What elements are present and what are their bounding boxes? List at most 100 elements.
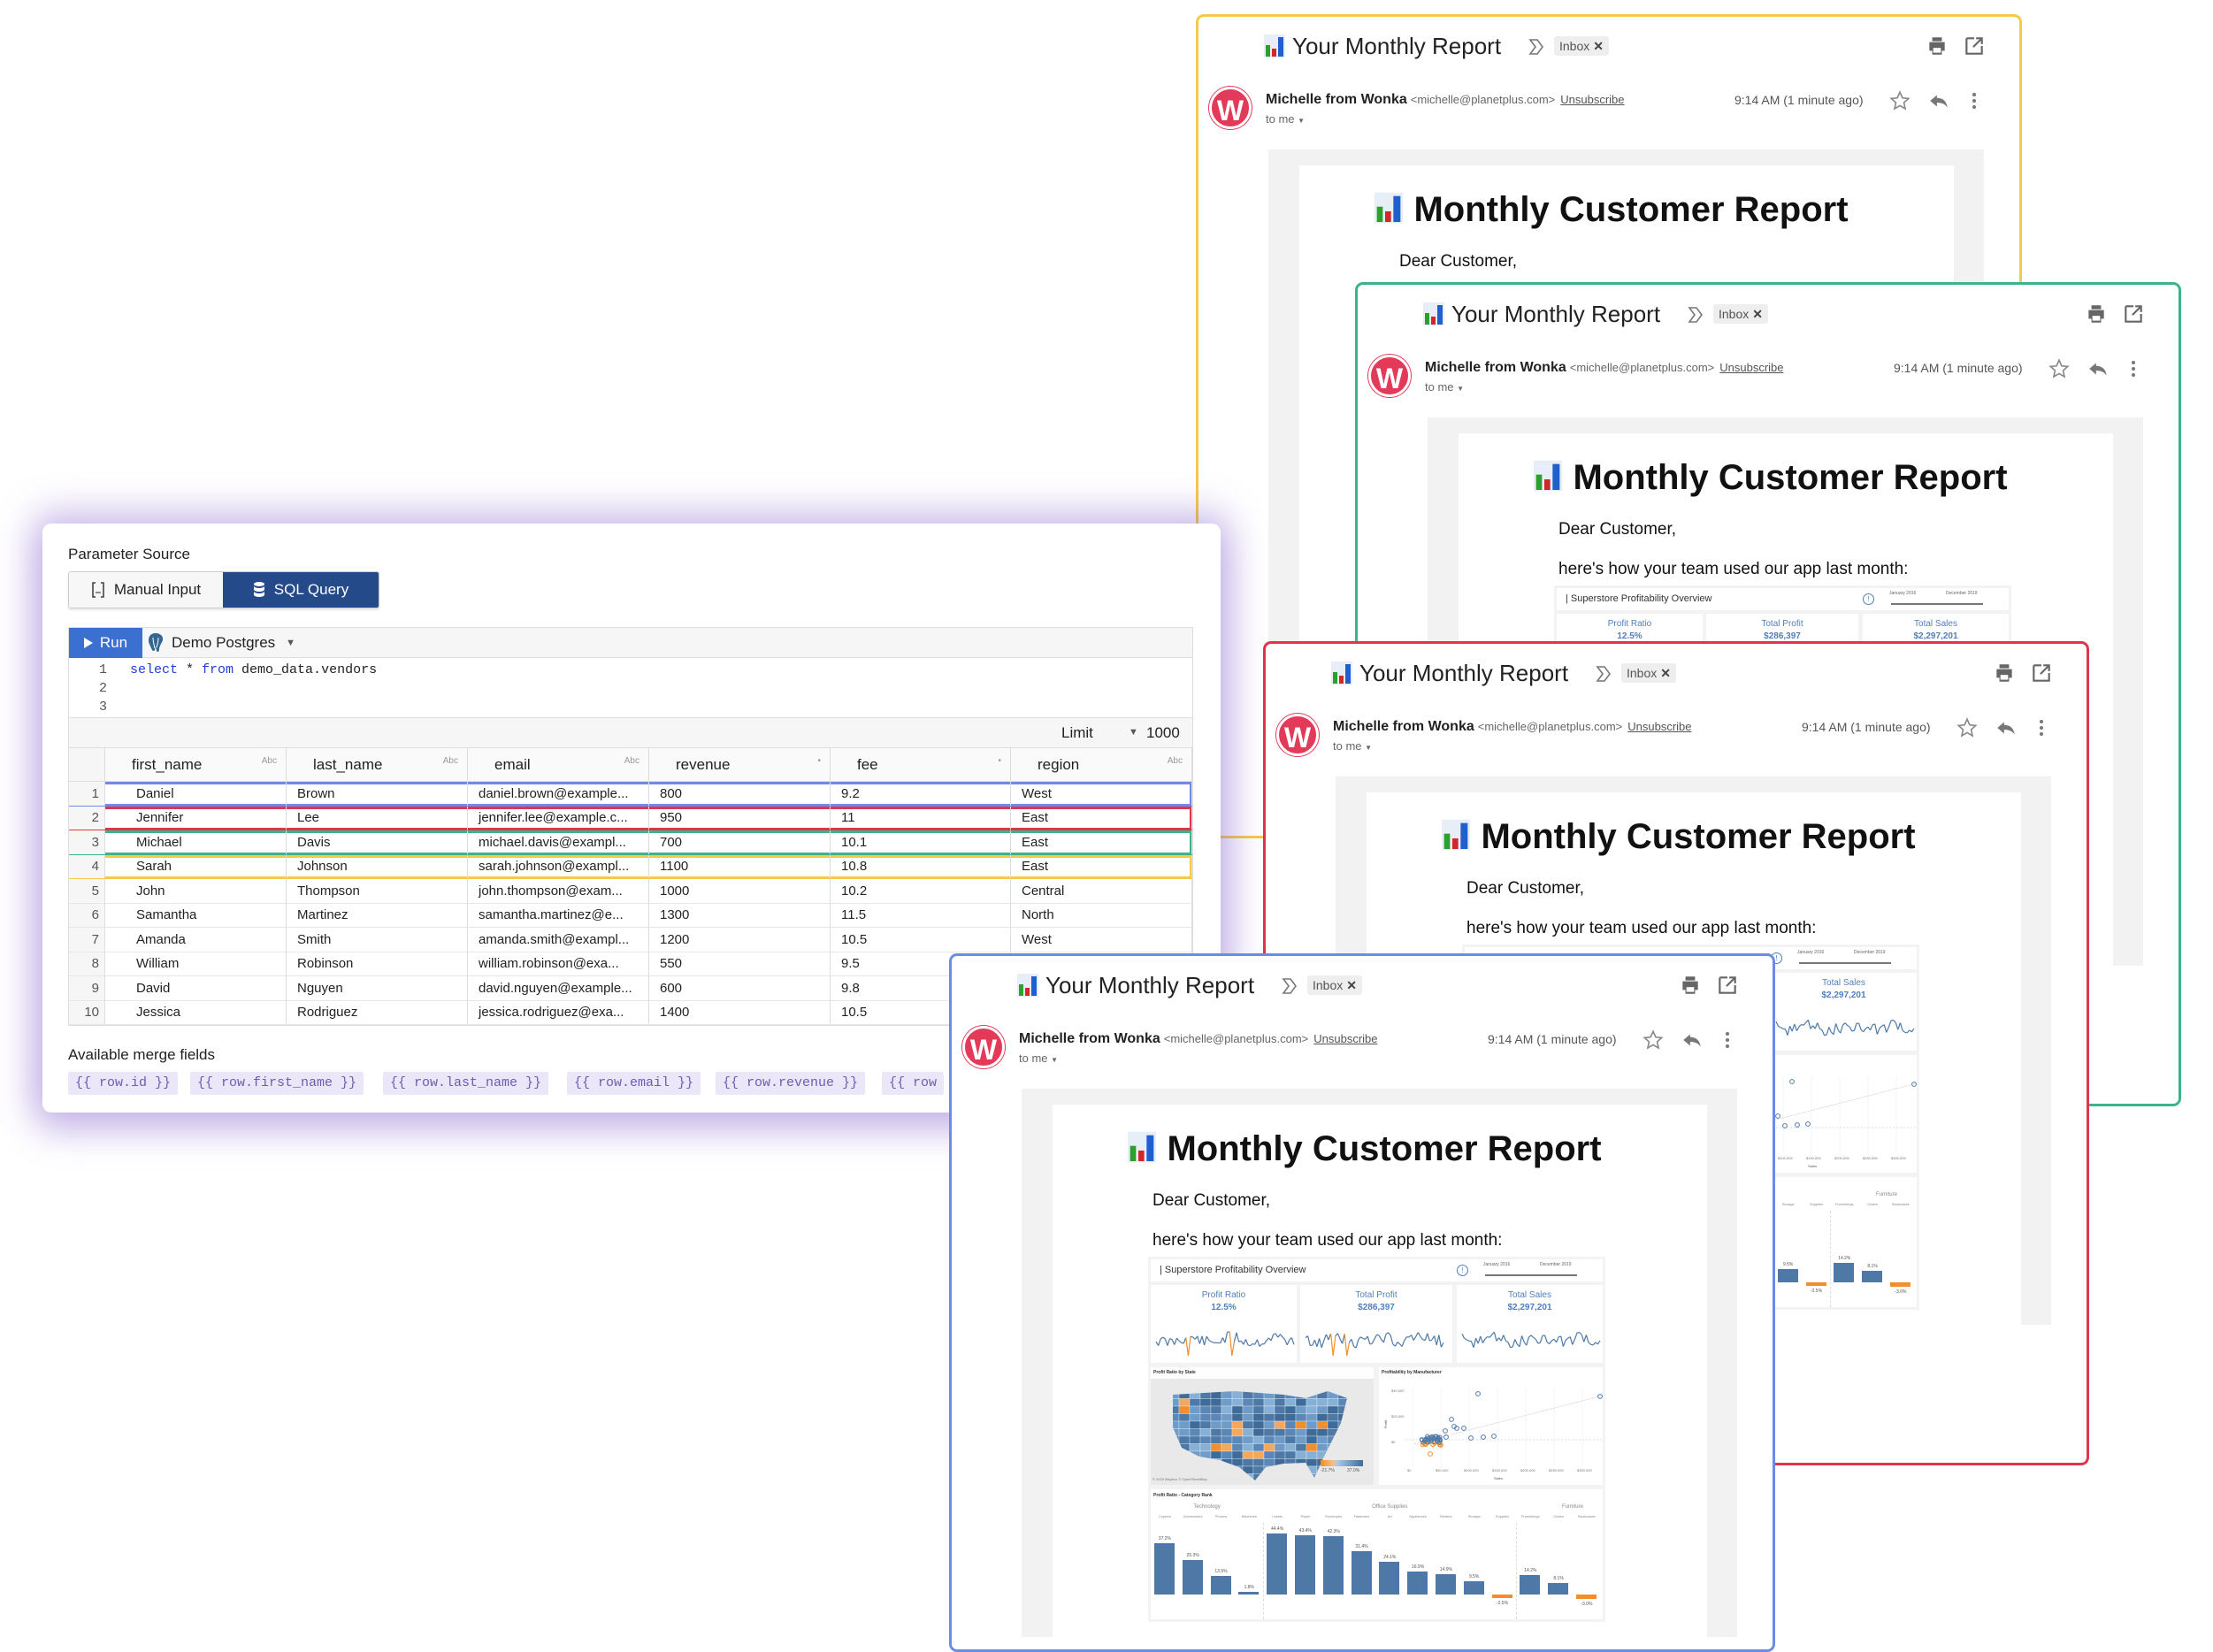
tab-sql-query[interactable]: SQL Query — [223, 572, 379, 608]
column-header-fee[interactable]: fee • — [831, 748, 1011, 781]
star-icon[interactable] — [2048, 357, 2071, 380]
merge-field-chip[interactable]: {{ row.email }} — [567, 1072, 701, 1095]
more-options-icon[interactable] — [1968, 89, 1980, 112]
merge-field-chip[interactable]: {{ row.first_name }} — [190, 1072, 364, 1095]
bar[interactable] — [1351, 1551, 1372, 1595]
column-header-last_name[interactable]: last_name Abc — [287, 748, 468, 781]
date-range-slider[interactable] — [1485, 1274, 1577, 1276]
column-name: last_name — [313, 755, 383, 773]
bar[interactable] — [1862, 1271, 1883, 1282]
more-options-icon[interactable] — [2127, 357, 2140, 380]
star-icon[interactable] — [1956, 716, 1979, 739]
print-icon[interactable] — [2085, 302, 2108, 325]
reply-icon[interactable] — [1927, 89, 1950, 112]
bar[interactable] — [1576, 1595, 1597, 1599]
merge-field-chip[interactable]: {{ row.revenue }} — [716, 1072, 866, 1095]
remove-label-icon[interactable]: ✕ — [1593, 39, 1604, 53]
open-in-new-window-icon[interactable] — [2030, 662, 2053, 685]
unsubscribe-link[interactable]: Unsubscribe — [1627, 720, 1691, 733]
star-icon[interactable] — [1888, 89, 1911, 112]
bar[interactable] — [1777, 1269, 1798, 1282]
table-row[interactable]: 5 John Thompson john.thompson@exam... 1000 10… — [69, 879, 1192, 904]
unsubscribe-link[interactable]: Unsubscribe — [1313, 1032, 1377, 1045]
table-row[interactable]: 2 Jennifer Lee jennifer.lee@example.c... 950… — [69, 806, 1192, 830]
unsubscribe-link[interactable]: Unsubscribe — [1560, 93, 1624, 106]
column-header-region[interactable]: region Abc — [1011, 748, 1192, 781]
merge-field-chip[interactable]: {{ row.last_name }} — [383, 1072, 549, 1095]
code-line[interactable]: 3 — [69, 698, 130, 716]
bar[interactable] — [1210, 1576, 1231, 1595]
open-in-new-window-icon[interactable] — [1716, 974, 1739, 997]
print-icon[interactable] — [1679, 974, 1702, 997]
limit-value[interactable]: 1000 — [1146, 724, 1180, 742]
bar[interactable] — [1463, 1581, 1484, 1595]
kpi-value: $2,297,201 — [1913, 631, 1958, 641]
datasource-select[interactable]: Demo Postgres ▼ — [147, 628, 295, 658]
reply-icon[interactable] — [1681, 1029, 1704, 1052]
recipient-dropdown[interactable]: to me ▼ — [1425, 380, 1464, 394]
merge-field-chip[interactable]: {{ row — [882, 1072, 945, 1095]
print-icon[interactable] — [1926, 34, 1949, 57]
inbox-label-chip[interactable]: Inbox ✕ — [1554, 36, 1609, 56]
bar[interactable] — [1379, 1561, 1400, 1595]
recipient-dropdown[interactable]: to me ▼ — [1266, 112, 1305, 126]
bar[interactable] — [1182, 1559, 1203, 1595]
map-region — [1306, 1443, 1318, 1452]
remove-label-icon[interactable]: ✕ — [1346, 978, 1357, 992]
table-row[interactable]: 7 Amanda Smith amanda.smith@exampl... 1200 10… — [69, 928, 1192, 952]
sparkline-segment — [1569, 1336, 1574, 1345]
star-icon[interactable] — [1642, 1029, 1665, 1052]
bar[interactable] — [1520, 1574, 1541, 1595]
bar[interactable] — [1407, 1571, 1428, 1595]
recipient-dropdown[interactable]: to me ▼ — [1333, 739, 1372, 753]
column-header-first_name[interactable]: first_name Abc — [105, 748, 287, 781]
run-button[interactable]: Run — [69, 628, 142, 658]
inbox-label-chip[interactable]: Inbox ✕ — [1621, 663, 1676, 683]
limit-dropdown-icon[interactable]: ▼ — [1129, 727, 1138, 738]
code-line[interactable]: 1 select * from demo_data.vendors — [69, 661, 377, 679]
bar[interactable] — [1436, 1573, 1456, 1595]
code-editor[interactable]: 1 select * from demo_data.vendors 2 3 — [69, 658, 1192, 717]
bar[interactable] — [1890, 1282, 1911, 1287]
bar[interactable] — [1491, 1595, 1512, 1598]
code-line[interactable]: 2 — [69, 679, 130, 698]
bar[interactable] — [1834, 1262, 1855, 1282]
remove-label-icon[interactable]: ✕ — [1660, 666, 1671, 680]
open-in-new-window-icon[interactable] — [1963, 34, 1986, 57]
importance-marker-icon[interactable] — [1528, 36, 1545, 57]
inbox-label-chip[interactable]: Inbox ✕ — [1307, 975, 1362, 995]
merge-field-chip[interactable]: {{ row.id }} — [68, 1072, 179, 1095]
info-icon[interactable]: ! — [1863, 593, 1874, 605]
more-options-icon[interactable] — [2035, 716, 2048, 739]
more-options-icon[interactable] — [1721, 1029, 1734, 1052]
info-icon[interactable]: ! — [1457, 1265, 1468, 1276]
date-range-slider[interactable] — [1799, 962, 1891, 964]
bar[interactable] — [1548, 1583, 1569, 1595]
table-row[interactable]: 3 Michael Davis michael.davis@exampl... 700 1… — [69, 830, 1192, 855]
print-icon[interactable] — [1993, 662, 2016, 685]
recipient-dropdown[interactable]: to me ▼ — [1019, 1052, 1058, 1065]
tab-manual-input[interactable]: Manual Input — [69, 572, 223, 608]
column-header-revenue[interactable]: revenue • — [649, 748, 831, 781]
table-row[interactable]: 1 Daniel Brown daniel.brown@example... 800 9.… — [69, 782, 1192, 807]
importance-marker-icon[interactable] — [1595, 663, 1612, 685]
bar[interactable] — [1805, 1282, 1826, 1286]
remove-label-icon[interactable]: ✕ — [1752, 307, 1763, 321]
column-header-email[interactable]: email Abc — [468, 748, 649, 781]
table-row[interactable]: 6 Samantha Martinez samantha.martinez@e... 1… — [69, 903, 1192, 928]
bar[interactable] — [1267, 1533, 1288, 1595]
inbox-label-chip[interactable]: Inbox ✕ — [1713, 304, 1768, 324]
date-range-slider[interactable] — [1891, 603, 1983, 605]
bar[interactable] — [1322, 1536, 1344, 1595]
importance-marker-icon[interactable] — [1687, 304, 1704, 325]
bar[interactable] — [1154, 1543, 1175, 1595]
reply-icon[interactable] — [1995, 716, 2018, 739]
bar[interactable] — [1295, 1534, 1315, 1595]
bar[interactable] — [1238, 1592, 1260, 1595]
reply-icon[interactable] — [2087, 357, 2110, 380]
open-in-new-window-icon[interactable] — [2122, 302, 2145, 325]
table-cell: 10.8 — [831, 854, 1011, 878]
table-row[interactable]: 4 Sarah Johnson sarah.johnson@exampl... 1100… — [69, 854, 1192, 879]
unsubscribe-link[interactable]: Unsubscribe — [1719, 361, 1783, 374]
importance-marker-icon[interactable] — [1281, 975, 1298, 997]
